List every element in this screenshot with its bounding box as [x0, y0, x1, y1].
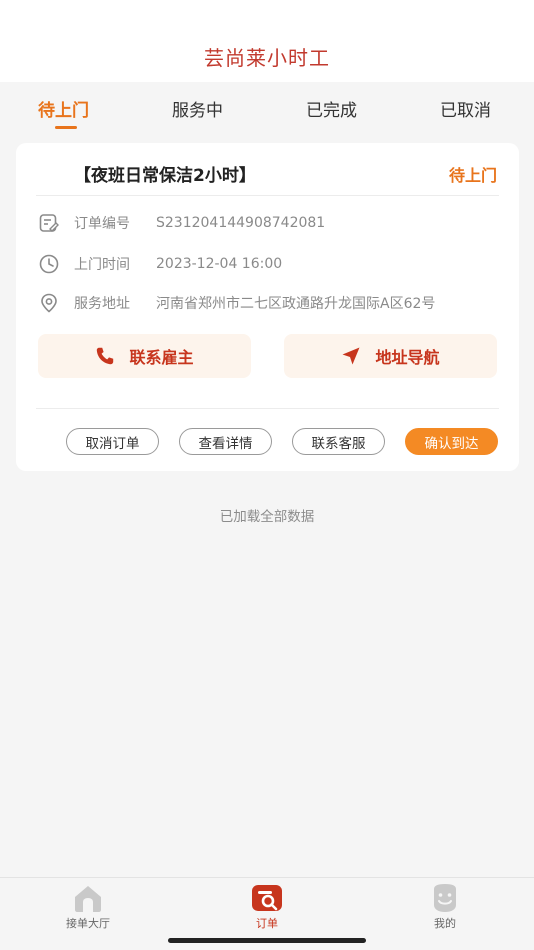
nav-label-order-hall: 接单大厅: [66, 917, 110, 930]
order-status-tabs: 待上门 服务中 已完成 已取消: [0, 82, 534, 138]
card-divider: [36, 195, 499, 196]
visit-time-row: 上门时间 2023-12-04 16:00: [38, 253, 282, 275]
service-address-label: 服务地址: [74, 296, 130, 312]
address-navigation-label: 地址导航: [375, 348, 440, 367]
card-divider-actions: [36, 408, 499, 409]
list-end-text: 已加载全部数据: [219, 509, 315, 525]
nav-label-orders: 订单: [256, 917, 278, 930]
tab-cancelled[interactable]: 已取消: [440, 96, 491, 121]
nav-item-profile[interactable]: 我的: [405, 883, 485, 935]
tab-in-service[interactable]: 服务中: [172, 96, 223, 121]
nav-item-order-hall[interactable]: 接单大厅: [48, 883, 128, 935]
contact-employer-button[interactable]: 联系雇主: [38, 334, 251, 378]
order-card[interactable]: 【夜班日常保洁2小时】 待上门 订单编号 S231204144908742081…: [16, 143, 519, 471]
nav-item-orders[interactable]: 订单: [227, 883, 307, 935]
phone-icon: [97, 347, 114, 365]
app-title: 芸尚莱小时工: [204, 46, 330, 70]
tab-pending-visit[interactable]: 待上门: [38, 96, 89, 121]
document-edit-icon: [39, 214, 59, 232]
cancel-order-button[interactable]: 取消订单: [66, 428, 159, 455]
visit-time-value: 2023-12-04 16:00: [156, 256, 283, 272]
view-details-button[interactable]: 查看详情: [179, 428, 272, 455]
order-number-row: 订单编号 S231204144908742081: [38, 212, 325, 234]
home-indicator: [168, 938, 366, 943]
order-status-badge: 待上门: [448, 166, 497, 185]
app-header: 芸尚莱小时工: [0, 0, 534, 82]
profile-icon: [434, 884, 456, 912]
home-icon: [75, 886, 101, 912]
location-pin-icon: [41, 293, 57, 313]
contact-support-button[interactable]: 联系客服: [292, 428, 385, 455]
active-tab-indicator: [55, 126, 77, 129]
visit-time-label: 上门时间: [74, 257, 130, 273]
nav-label-profile: 我的: [434, 917, 456, 930]
service-address-row: 服务地址 河南省郑州市二七区政通路升龙国际A区62号: [38, 292, 435, 314]
contact-employer-label: 联系雇主: [129, 348, 194, 367]
confirm-arrival-button[interactable]: 确认到达: [405, 428, 498, 455]
navigation-arrow-icon: [342, 347, 360, 365]
order-number-value: S231204144908742081: [156, 215, 326, 231]
address-navigation-button[interactable]: 地址导航: [284, 334, 497, 378]
order-number-label: 订单编号: [74, 216, 130, 232]
clock-icon: [39, 254, 59, 274]
order-icon: [252, 885, 282, 911]
order-title: 【夜班日常保洁2小时】: [74, 166, 256, 186]
service-address-value: 河南省郑州市二七区政通路升龙国际A区62号: [156, 296, 436, 312]
tab-completed[interactable]: 已完成: [306, 96, 357, 121]
